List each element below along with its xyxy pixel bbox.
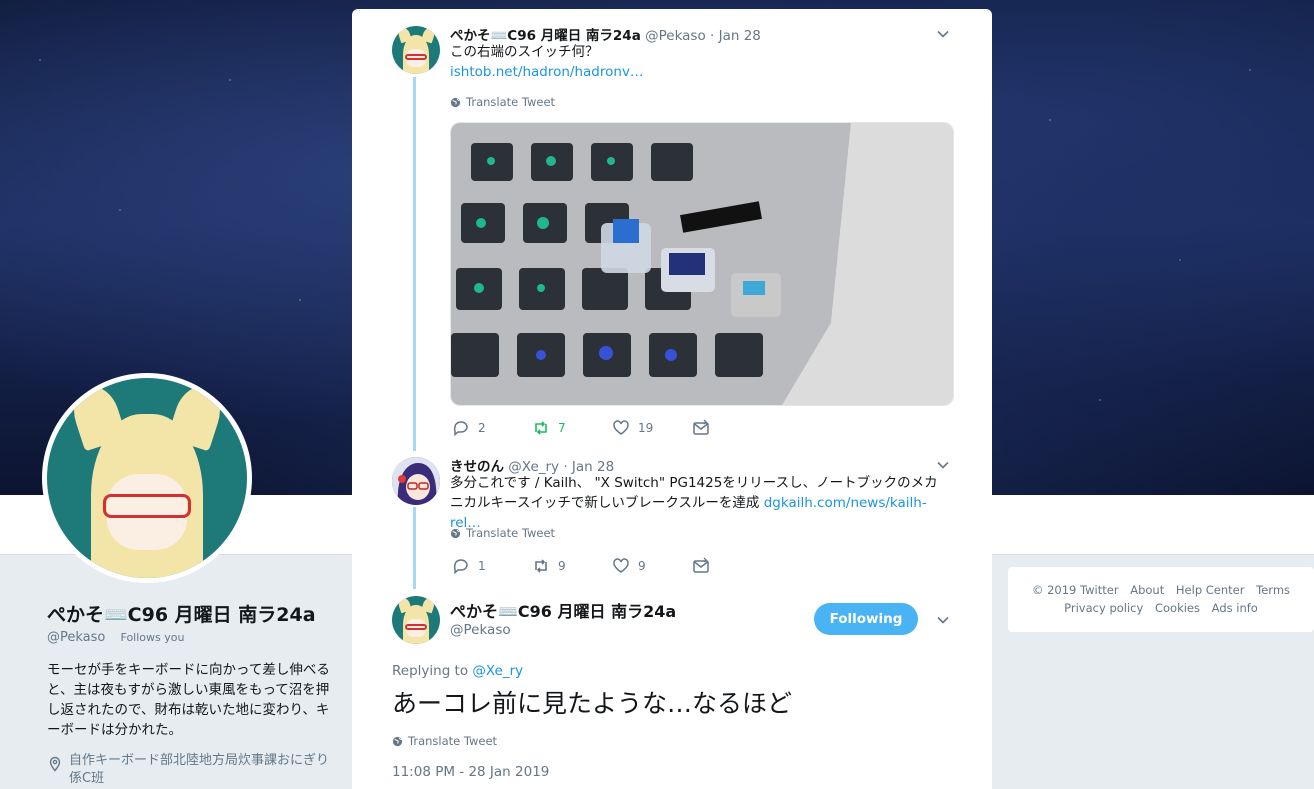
replying-to-handle[interactable]: @Xe_ry <box>472 663 523 679</box>
like-count: 19 <box>638 421 654 435</box>
translate-tweet[interactable]: Translate Tweet <box>450 95 555 109</box>
heart-icon <box>613 420 629 435</box>
globe-icon <box>392 736 403 746</box>
footer-link-help-center[interactable]: Help Center <box>1176 583 1245 597</box>
main-tweet-author-name[interactable]: ぺかそ⌨️C96 月曜日 南ラ24a <box>450 598 676 622</box>
thread-connector <box>413 77 416 451</box>
tweet-header: きせのん @Xe_ry · Jan 28 <box>450 455 614 475</box>
tweet-link[interactable]: ishtob.net/hadron/hadronv… <box>450 62 950 82</box>
keyboard-photo-illustration <box>451 123 953 405</box>
chevron-down-icon[interactable] <box>936 458 950 472</box>
like-count: 9 <box>638 559 646 573</box>
tweet-body: この右端のスイッチ何？ <box>450 44 599 60</box>
direct-message-button[interactable] <box>692 557 772 575</box>
retweet-button[interactable]: 9 <box>532 557 612 575</box>
translate-label: Translate Tweet <box>466 526 556 540</box>
footer-link-about[interactable]: About <box>1130 583 1164 597</box>
translate-label: Translate Tweet <box>408 734 498 748</box>
reply-button[interactable]: 1 <box>452 557 532 575</box>
tweet-text: 多分これです / Kailh、 "X Switch" PG1425をリリースし、… <box>450 473 942 533</box>
translate-label: Translate Tweet <box>466 95 556 109</box>
profile-bio: モーセが手をキーボードに向かって差し伸べると、主は夜もすがら激しい東風をもって沼… <box>47 662 330 738</box>
reply-icon <box>453 421 468 437</box>
heart-icon <box>613 558 629 573</box>
profile-name[interactable]: ぺかそ⌨️C96 月曜日 南ラ24a <box>47 600 316 627</box>
tweet-avatar[interactable] <box>392 596 440 644</box>
main-tweet-author-handle[interactable]: @Pekaso <box>450 622 511 638</box>
main-tweet-text: あーコレ前に見たような…なるほど <box>392 689 793 718</box>
location-pin-icon <box>49 756 61 772</box>
replying-to: Replying to @Xe_ry <box>392 663 523 679</box>
globe-icon <box>450 97 461 107</box>
tweet-actions: 2 7 19 <box>452 419 772 437</box>
profile-avatar[interactable] <box>42 373 252 583</box>
tweet-photo-keyboard[interactable] <box>450 122 954 406</box>
translate-tweet[interactable]: Translate Tweet <box>450 526 555 540</box>
footer-link-privacy[interactable]: Privacy policy <box>1064 601 1143 615</box>
profile-location: 自作キーボード部北陸地方局炊事課おにぎり係C班 <box>47 752 337 788</box>
footer-link-cookies[interactable]: Cookies <box>1155 601 1200 615</box>
thread-connector <box>413 507 416 589</box>
envelope-icon <box>693 557 709 573</box>
tweet-avatar[interactable] <box>392 457 440 505</box>
footer-link-terms[interactable]: Terms <box>1256 583 1290 597</box>
reply-count: 2 <box>478 421 486 435</box>
follows-you-badge: Follows you <box>117 630 188 645</box>
footer-copyright: © 2019 Twitter <box>1031 583 1119 597</box>
retweet-icon <box>535 559 547 573</box>
like-button[interactable]: 19 <box>612 419 692 437</box>
translate-tweet[interactable]: Translate Tweet <box>392 734 497 748</box>
location-text: 自作キーボード部北陸地方局炊事課おにぎり係C班 <box>69 753 330 786</box>
tweet-avatar[interactable] <box>392 26 440 74</box>
envelope-icon <box>693 419 709 435</box>
direct-message-button[interactable] <box>692 419 772 437</box>
profile-handle-text: @Pekaso <box>47 630 106 645</box>
retweet-count: 9 <box>558 559 566 573</box>
tweet-permalink-modal: ぺかそ⌨️C96 月曜日 南ラ24a @Pekaso · Jan 28 この右端… <box>352 9 992 789</box>
chevron-down-icon[interactable] <box>936 27 950 41</box>
replying-prefix: Replying to <box>392 663 469 679</box>
tweet-header: ぺかそ⌨️C96 月曜日 南ラ24a @Pekaso · Jan 28 <box>450 24 761 44</box>
retweet-icon <box>535 421 547 435</box>
profile-handle: @Pekaso Follows you <box>47 630 188 645</box>
footer-link-ads-info[interactable]: Ads info <box>1212 601 1258 615</box>
tweet-actions: 1 9 9 <box>452 557 772 575</box>
like-button[interactable]: 9 <box>612 557 692 575</box>
retweet-count: 7 <box>558 421 566 435</box>
tweet-text: この右端のスイッチ何？ ishtob.net/hadron/hadronv… <box>450 42 950 82</box>
chevron-down-icon[interactable] <box>936 613 950 627</box>
avatar-illustration <box>392 457 440 505</box>
reply-count: 1 <box>478 559 486 573</box>
site-footer: © 2019 Twitter About Help Center Terms P… <box>1008 567 1314 632</box>
reply-icon <box>453 559 468 575</box>
retweet-button[interactable]: 7 <box>532 419 612 437</box>
globe-icon <box>450 528 461 538</box>
following-button[interactable]: Following <box>814 603 918 635</box>
reply-button[interactable]: 2 <box>452 419 532 437</box>
tweet-timestamp[interactable]: 11:08 PM - 28 Jan 2019 <box>392 764 549 780</box>
